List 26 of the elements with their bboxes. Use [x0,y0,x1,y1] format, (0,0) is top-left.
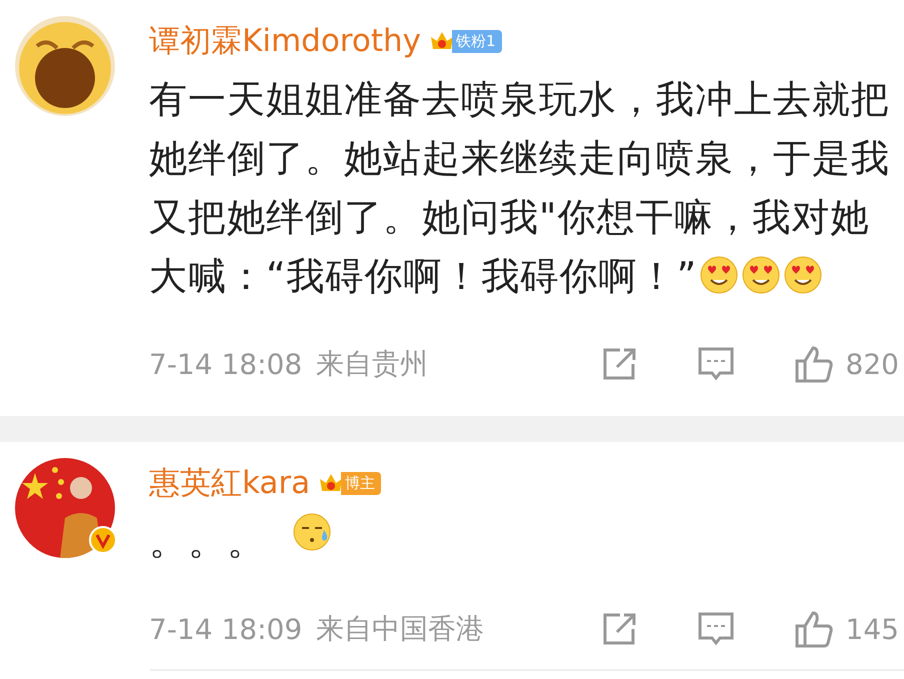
author-name[interactable]: 谭初霖Kimdorothy [149,20,421,62]
like-button[interactable]: 145 [794,610,899,648]
share-icon [602,347,638,381]
heart-eyes-emoji-icon [783,255,824,295]
reply-button[interactable] [698,612,734,646]
comment-time: 7-14 18:09 [149,612,302,646]
reply-button[interactable] [698,347,734,381]
share-button[interactable] [602,612,638,646]
thumbs-up-icon [794,610,834,648]
heart-eyes-emoji-icon [741,255,782,295]
thumbs-up-icon [794,345,834,383]
fan-badge: 铁粉1 [452,30,502,52]
heart-eyes-emoji-icon [699,255,740,295]
comment-icon [698,347,734,381]
comment-text: 。。。 [149,512,899,571]
comment-text: 有一天姐姐准备去喷泉玩水，我冲上去就把她绊倒了。她站起来继续走向喷泉，于是我又把她绊倒了。她问我"你想干嘛，我对她大喊：“我碍你啊！我碍你啊！” [149,76,891,300]
sweat-emoji-icon [292,512,332,552]
comment-location: 来自中国香港 [316,611,484,647]
comment-time: 7-14 18:08 [149,348,302,380]
author-name[interactable]: 惠英紅kara [149,462,310,504]
like-button[interactable]: 820 [794,345,899,383]
fan-badge: 博主 [341,472,382,494]
comment-location: 来自贵州 [316,346,428,382]
share-button[interactable] [602,347,638,381]
comment-icon [698,612,734,646]
share-icon [602,612,638,646]
